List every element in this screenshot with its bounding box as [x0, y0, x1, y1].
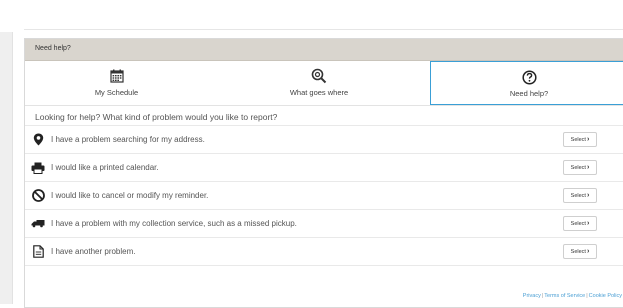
list-item-text: I have a problem searching for my addres…	[51, 135, 205, 144]
list-item[interactable]: I have a problem searching for my addres…	[25, 126, 623, 154]
list-item[interactable]: I have another problem. Select ›	[25, 238, 623, 266]
select-button[interactable]: Select ›	[563, 244, 597, 259]
tab-bar: My Schedule What goes where Need help?	[25, 61, 623, 105]
tab-label: What goes where	[289, 88, 349, 97]
map-pin-icon	[31, 133, 45, 147]
cookie-policy-link[interactable]: Cookie Policy	[589, 293, 622, 299]
printer-icon	[31, 161, 45, 175]
select-button[interactable]: Select ›	[563, 188, 597, 203]
list-item[interactable]: I would like a printed calendar. Select ›	[25, 154, 623, 182]
top-strip	[24, 0, 623, 30]
help-question: Looking for help? What kind of problem w…	[25, 105, 623, 125]
select-button[interactable]: Select ›	[563, 216, 597, 231]
question-icon	[521, 69, 537, 85]
list-item-text: I have another problem.	[51, 247, 136, 256]
select-button[interactable]: Select ›	[563, 160, 597, 175]
list-item[interactable]: I would like to cancel or modify my remi…	[25, 182, 623, 210]
tab-label: My Schedule	[94, 88, 139, 97]
problem-list: I have a problem searching for my addres…	[25, 125, 623, 266]
select-button[interactable]: Select ›	[563, 132, 597, 147]
cancel-icon	[31, 189, 45, 203]
chevron-right-icon: ›	[586, 248, 590, 255]
tab-label: Need help?	[509, 89, 549, 98]
tab-need-help[interactable]: Need help?	[430, 61, 623, 105]
chevron-right-icon: ›	[586, 220, 590, 227]
chevron-right-icon: ›	[586, 136, 590, 143]
footer-separator: |	[586, 293, 588, 299]
calendar-icon	[109, 68, 125, 84]
tab-my-schedule[interactable]: My Schedule	[25, 61, 208, 105]
chevron-right-icon: ›	[586, 192, 590, 199]
left-sidebar-edge	[0, 32, 13, 304]
help-widget: Need help? My Schedule What goes where N…	[24, 38, 623, 308]
list-item-text: I would like a printed calendar.	[51, 163, 159, 172]
terms-link[interactable]: Terms of Service	[544, 293, 585, 299]
list-item-text: I would like to cancel or modify my remi…	[51, 191, 209, 200]
document-icon	[31, 245, 45, 259]
truck-icon	[31, 217, 45, 231]
tab-what-goes-where[interactable]: What goes where	[208, 61, 430, 105]
widget-header: Need help?	[25, 39, 623, 61]
footer-links: Privacy|Terms of Service|Cookie Policy	[523, 293, 622, 299]
list-item[interactable]: I have a problem with my collection serv…	[25, 210, 623, 238]
search-icon	[311, 68, 327, 84]
privacy-link[interactable]: Privacy	[523, 293, 541, 299]
list-item-text: I have a problem with my collection serv…	[51, 219, 297, 228]
chevron-right-icon: ›	[586, 164, 590, 171]
